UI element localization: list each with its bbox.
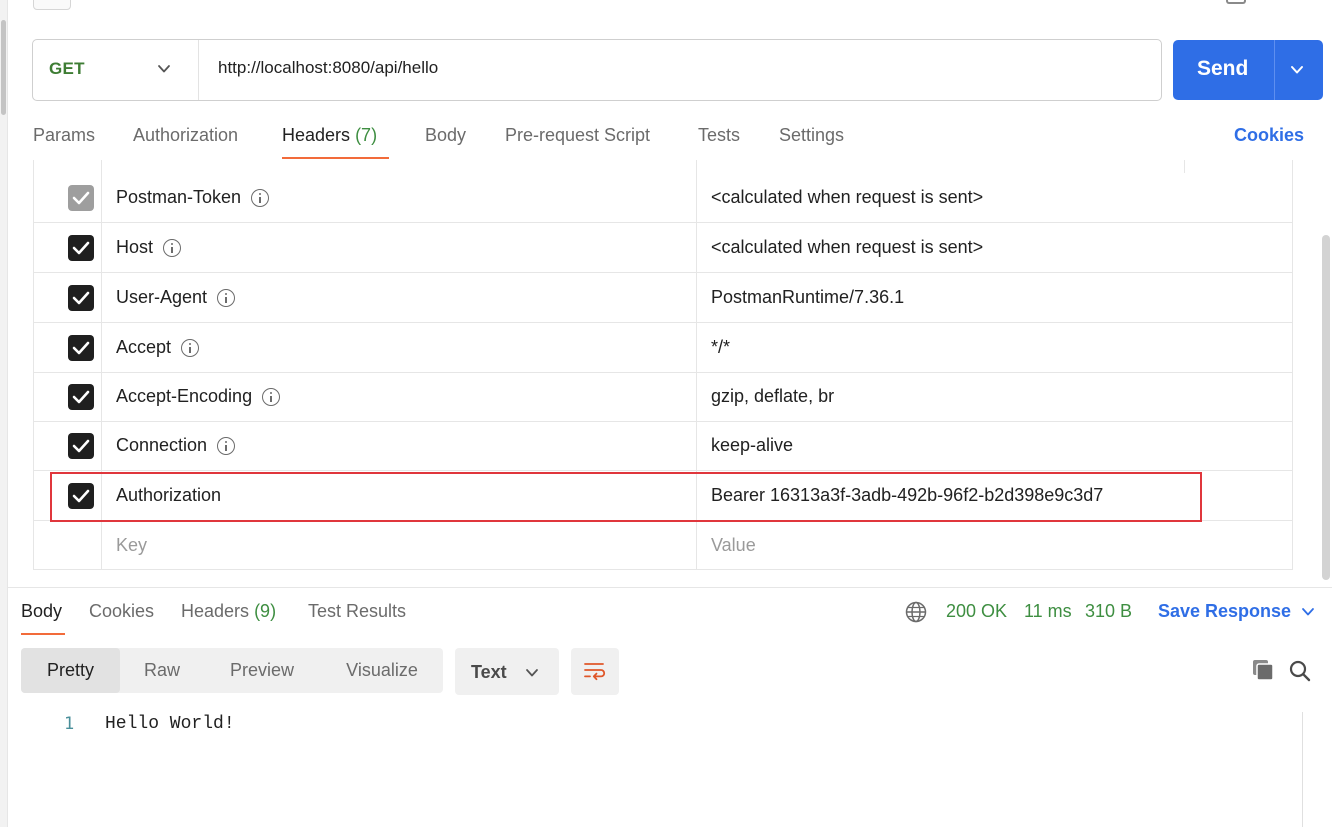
view-mode-pretty[interactable]: Pretty bbox=[21, 648, 120, 693]
chevron-down-icon bbox=[1302, 607, 1314, 615]
send-divider bbox=[1274, 40, 1275, 100]
info-icon[interactable] bbox=[217, 436, 236, 455]
active-tab-indicator bbox=[282, 157, 389, 159]
table-row: Postman-Token <calculated when request i… bbox=[34, 173, 1292, 223]
tab-headers-label: Headers bbox=[282, 125, 351, 145]
checkbox[interactable] bbox=[68, 235, 94, 261]
checkbox[interactable] bbox=[68, 384, 94, 410]
response-body-text[interactable]: Hello World! bbox=[105, 714, 235, 734]
checkbox[interactable] bbox=[68, 335, 94, 361]
info-icon[interactable] bbox=[163, 238, 182, 257]
info-icon[interactable] bbox=[251, 188, 270, 207]
header-value[interactable]: keep-alive bbox=[711, 435, 793, 456]
header-value[interactable]: gzip, deflate, br bbox=[711, 386, 834, 407]
header-key[interactable]: Host bbox=[116, 237, 153, 258]
save-response-label: Save Response bbox=[1158, 601, 1292, 621]
header-key[interactable]: Connection bbox=[116, 435, 207, 456]
view-mode-switch: Pretty Raw Preview Visualize bbox=[21, 648, 443, 693]
editor-scrollbar-track[interactable] bbox=[1302, 712, 1303, 827]
copy-icon[interactable] bbox=[1251, 658, 1275, 682]
info-icon[interactable] bbox=[217, 288, 236, 307]
response-tab-test-results[interactable]: Test Results bbox=[308, 601, 406, 622]
response-tab-body[interactable]: Body bbox=[21, 601, 62, 622]
table-row: User-Agent PostmanRuntime/7.36.1 bbox=[34, 273, 1292, 323]
header-value[interactable]: PostmanRuntime/7.36.1 bbox=[711, 287, 904, 308]
checkbox[interactable] bbox=[68, 185, 94, 211]
globe-icon[interactable] bbox=[905, 601, 927, 623]
checkbox[interactable] bbox=[68, 433, 94, 459]
response-tab-headers-label: Headers bbox=[181, 601, 250, 621]
header-value[interactable]: <calculated when request is sent> bbox=[711, 187, 983, 208]
format-label: Text bbox=[471, 662, 507, 682]
response-time[interactable]: 11 ms bbox=[1024, 601, 1072, 622]
table-row: Accept */* bbox=[34, 323, 1292, 373]
response-tab-headers-count: (9) bbox=[254, 601, 277, 621]
tab-body[interactable]: Body bbox=[425, 125, 466, 146]
column-divider bbox=[1184, 160, 1185, 173]
status-code[interactable]: 200 OK bbox=[946, 601, 1007, 622]
chevron-down-icon bbox=[526, 669, 538, 677]
header-value[interactable]: <calculated when request is sent> bbox=[711, 237, 983, 258]
url-input[interactable]: http://localhost:8080/api/hello bbox=[218, 58, 438, 78]
value-input[interactable]: Value bbox=[711, 535, 756, 556]
tab-authorization[interactable]: Authorization bbox=[133, 125, 238, 146]
table-row: Connection keep-alive bbox=[34, 421, 1292, 471]
left-scrollbar-thumb[interactable] bbox=[1, 20, 6, 115]
header-value[interactable]: */* bbox=[711, 337, 730, 358]
active-tab-indicator bbox=[21, 633, 65, 635]
send-button-label: Send bbox=[1197, 57, 1249, 80]
header-key[interactable]: Postman-Token bbox=[116, 187, 241, 208]
left-panel-edge bbox=[0, 0, 8, 827]
table-row-new: Key Value bbox=[34, 521, 1292, 571]
line-number: 1 bbox=[64, 714, 75, 734]
format-select[interactable]: Text bbox=[455, 648, 559, 695]
url-divider bbox=[198, 40, 199, 100]
send-button[interactable]: Send bbox=[1173, 40, 1323, 100]
cookies-link[interactable]: Cookies bbox=[1234, 125, 1304, 146]
tab-params[interactable]: Params bbox=[33, 125, 95, 146]
header-key[interactable]: User-Agent bbox=[116, 287, 207, 308]
search-icon[interactable] bbox=[1288, 659, 1312, 683]
view-mode-raw[interactable]: Raw bbox=[120, 648, 204, 693]
chevron-down-icon[interactable] bbox=[1289, 62, 1305, 78]
response-tab-cookies[interactable]: Cookies bbox=[89, 601, 154, 622]
view-mode-visualize[interactable]: Visualize bbox=[321, 648, 443, 693]
chevron-down-icon[interactable] bbox=[157, 62, 171, 76]
wrap-lines-button[interactable] bbox=[571, 648, 619, 695]
header-key[interactable]: Accept bbox=[116, 337, 171, 358]
method-select[interactable]: GET bbox=[49, 59, 85, 79]
checkbox[interactable] bbox=[68, 285, 94, 311]
tab-tests[interactable]: Tests bbox=[698, 125, 740, 146]
info-icon[interactable] bbox=[181, 338, 200, 357]
table-row: Host <calculated when request is sent> bbox=[34, 223, 1292, 273]
key-input[interactable]: Key bbox=[116, 535, 147, 556]
scrollbar-thumb[interactable] bbox=[1322, 235, 1330, 580]
info-icon[interactable] bbox=[262, 387, 281, 406]
highlight-box bbox=[50, 472, 1202, 522]
collapse-icon[interactable] bbox=[33, 0, 71, 10]
tab-headers[interactable]: Headers (7) bbox=[282, 125, 377, 146]
documentation-icon[interactable] bbox=[1226, 0, 1246, 4]
header-key[interactable]: Accept-Encoding bbox=[116, 386, 252, 407]
tab-headers-count: (7) bbox=[355, 125, 378, 145]
wrap-lines-icon bbox=[584, 663, 606, 681]
request-url-bar bbox=[32, 39, 1162, 101]
tab-settings[interactable]: Settings bbox=[779, 125, 844, 146]
tab-pre-request-script[interactable]: Pre-request Script bbox=[505, 125, 650, 146]
response-size[interactable]: 310 B bbox=[1085, 601, 1132, 622]
table-row: Accept-Encoding gzip, deflate, br bbox=[34, 372, 1292, 422]
view-mode-preview[interactable]: Preview bbox=[208, 648, 316, 693]
pane-divider[interactable] bbox=[8, 587, 1332, 588]
response-tab-headers[interactable]: Headers (9) bbox=[181, 601, 276, 622]
save-response-button[interactable]: Save Response bbox=[1158, 601, 1315, 622]
